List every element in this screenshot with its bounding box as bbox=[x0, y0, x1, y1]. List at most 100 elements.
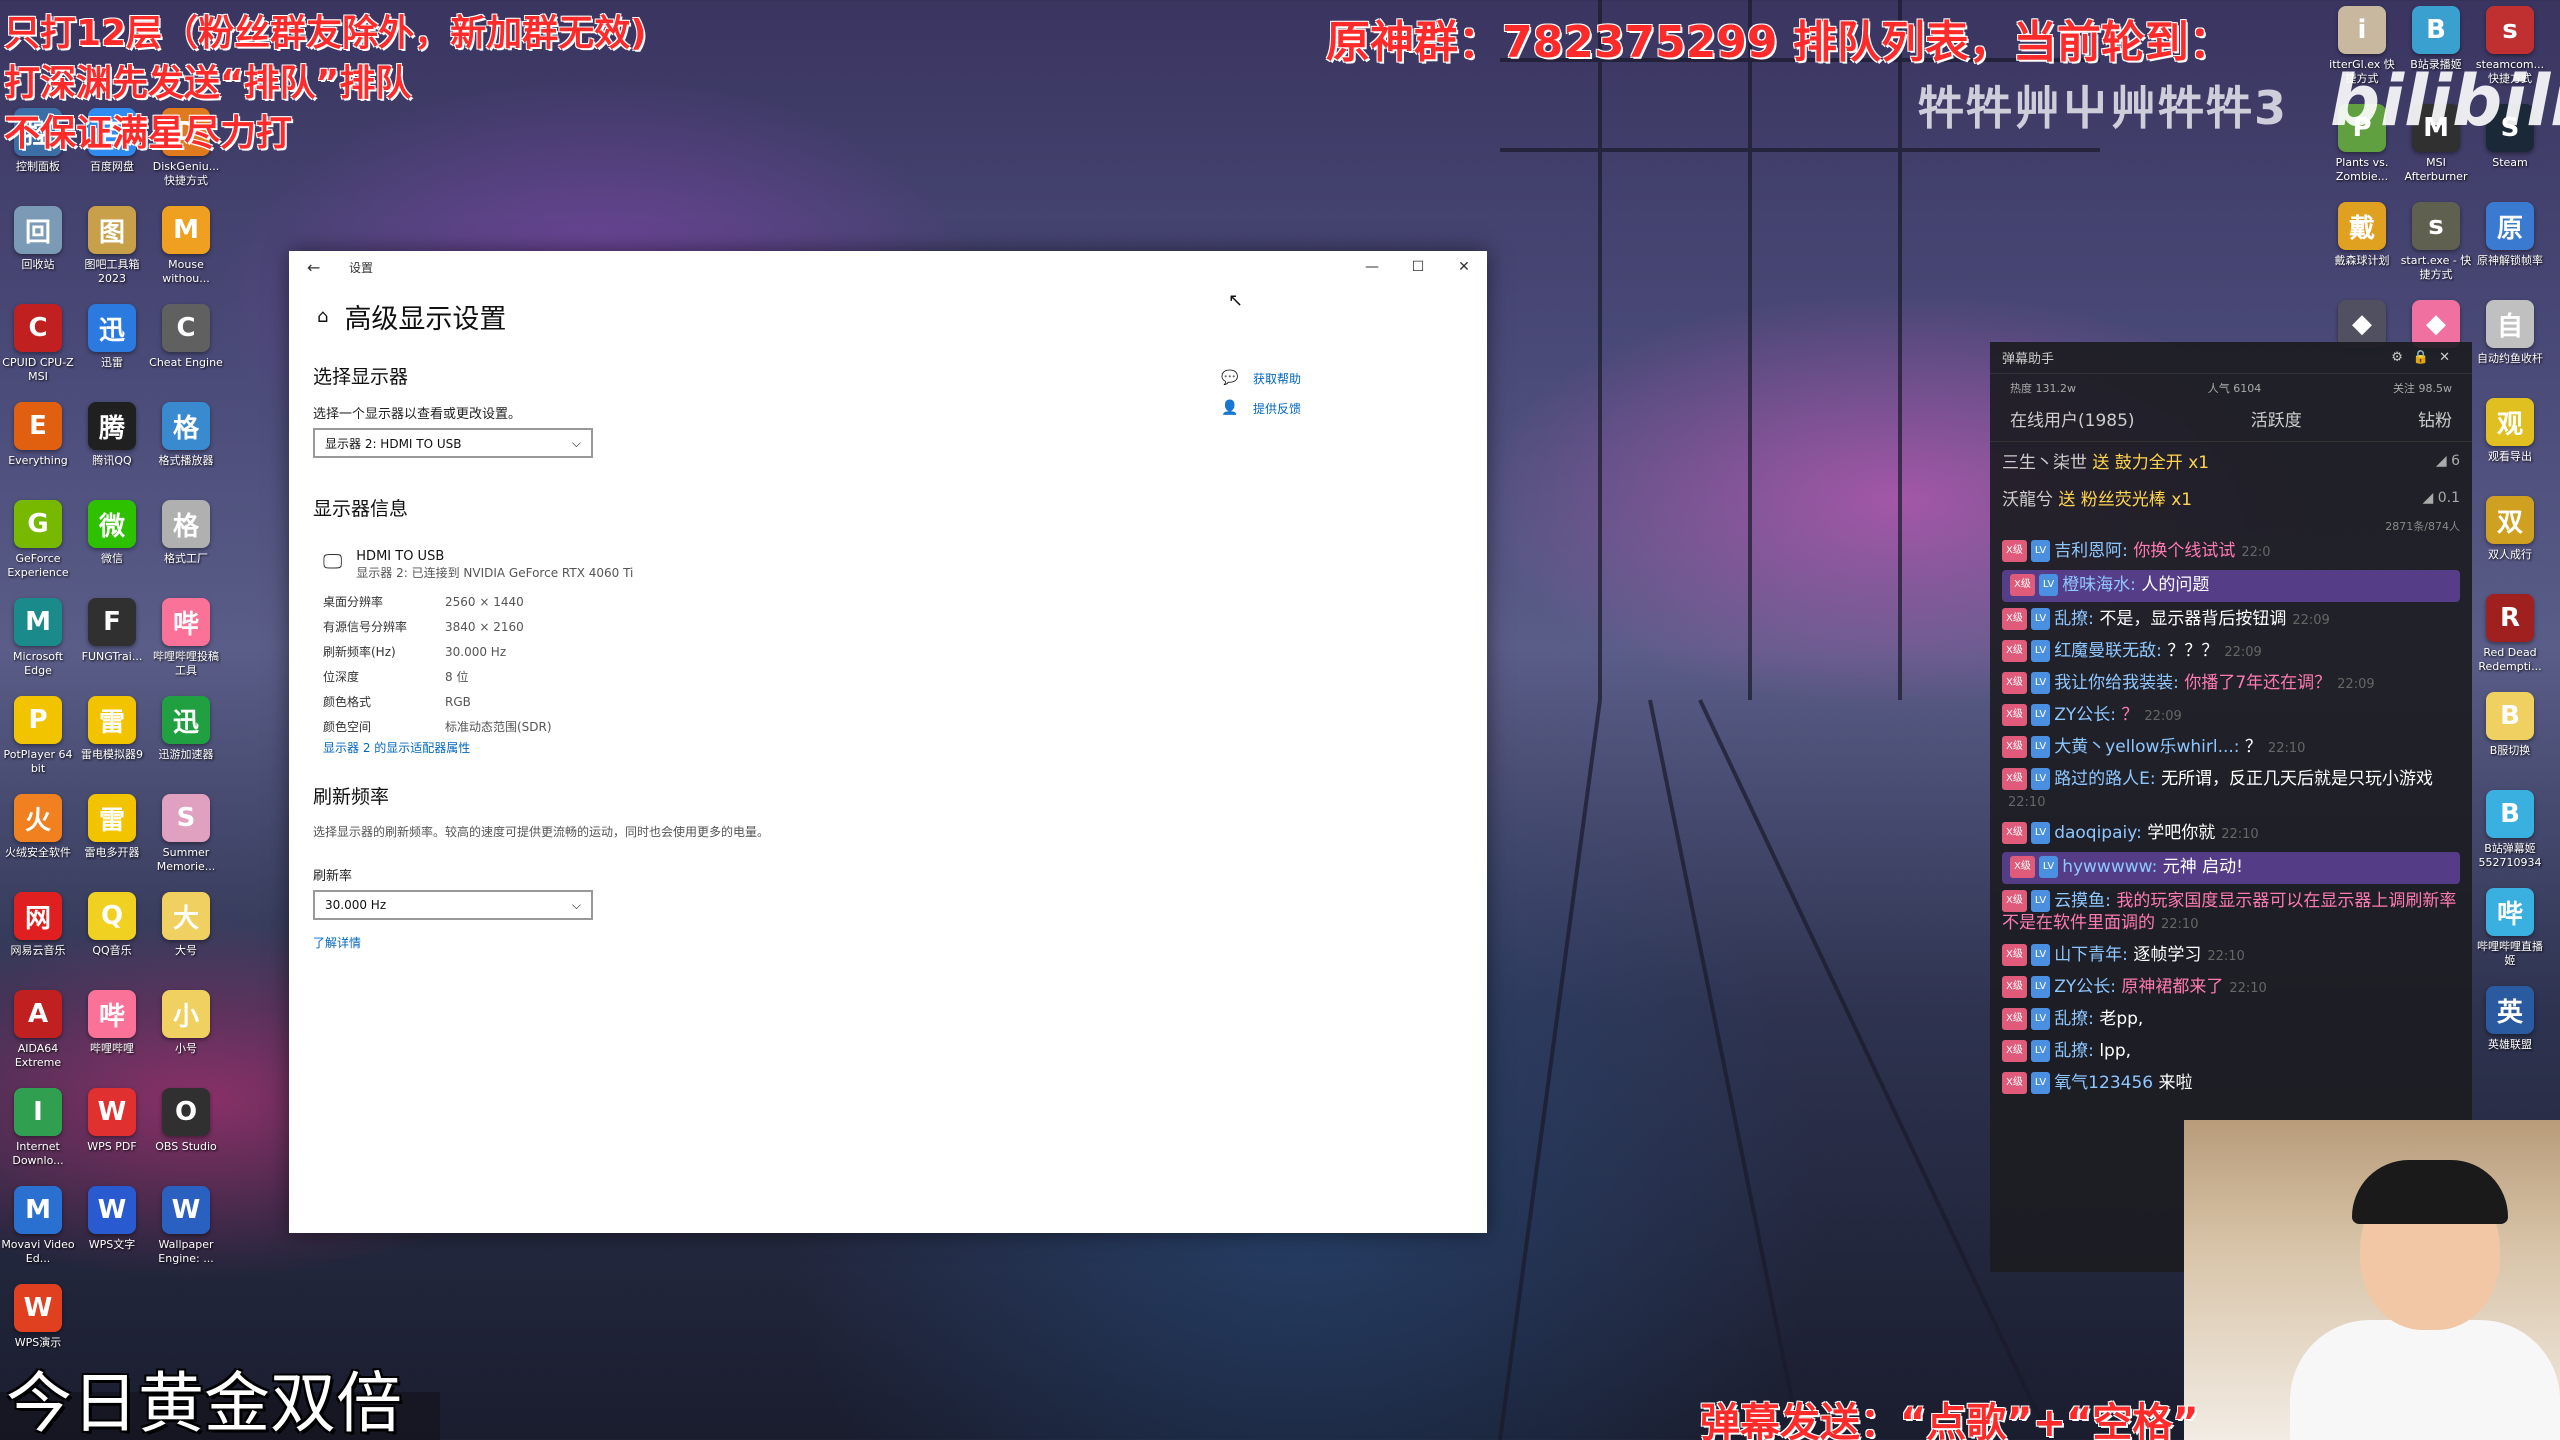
desktop-icon[interactable]: W WPS PDF bbox=[74, 1088, 150, 1168]
desktop-icon[interactable]: M Mouse withou... bbox=[148, 206, 224, 286]
desktop-icon[interactable]: 小小号 bbox=[148, 990, 224, 1070]
desktop-icon-label: 百度网盘 bbox=[90, 160, 134, 173]
learn-more-link[interactable]: 了解详情 bbox=[313, 934, 1113, 951]
desktop-icon[interactable]: C Cheat Engine bbox=[148, 304, 224, 384]
gift-user: 三生丶柒世 bbox=[2002, 453, 2087, 473]
danmaku-message: X级 LV hywwwww: 元神 启动! bbox=[2002, 852, 2460, 884]
chevron-down-icon: ⌵ bbox=[571, 435, 581, 450]
fan-badge: X级 bbox=[2002, 822, 2027, 844]
minimize-button[interactable]: — bbox=[1349, 251, 1395, 283]
desktop-icon[interactable]: 戴戴森球计划 bbox=[2324, 202, 2400, 282]
message-text: lpp, bbox=[2099, 1041, 2132, 1061]
feedback-label: 提供反馈 bbox=[1253, 401, 1302, 416]
settings-icon[interactable]: ⚙ bbox=[2391, 350, 2413, 365]
close-button[interactable]: ✕ bbox=[1441, 251, 1487, 283]
desktop-icon[interactable]: 网网易云音乐 bbox=[0, 892, 76, 972]
fan-badge: X级 bbox=[2002, 976, 2027, 998]
overlay-song-request: 弹幕发送：“点歌”+“空格” bbox=[1700, 1400, 2199, 1440]
desktop-icon[interactable]: 哔哔哩哔哩投稿工具 bbox=[148, 598, 224, 678]
folder-icon: 小 bbox=[162, 990, 210, 1038]
desktop-icon[interactable]: 观观看导出 bbox=[2472, 398, 2548, 478]
refresh-rate-select[interactable]: 30.000 Hz ⌵ bbox=[313, 890, 593, 920]
gift-cost-icon: ◢ bbox=[2435, 452, 2452, 469]
close-icon[interactable]: ✕ bbox=[2439, 350, 2460, 365]
level-badge: LV bbox=[2030, 704, 2051, 726]
maximize-button[interactable]: ☐ bbox=[1395, 251, 1441, 283]
desktop-icon[interactable]: E Everything bbox=[0, 402, 76, 482]
desktop-icon[interactable]: W Wallpaper Engine: ... bbox=[148, 1186, 224, 1266]
qq-icon: 腾 bbox=[88, 402, 136, 450]
message-text: 不是，显示器背后按钮调 bbox=[2099, 609, 2287, 629]
back-arrow-icon[interactable]: ← bbox=[307, 258, 337, 277]
desktop-icon[interactable]: 原原神解锁帧率 bbox=[2472, 202, 2548, 282]
desktop-icon[interactable]: W WPS文字 bbox=[74, 1186, 150, 1266]
message-user: 大黄丶yellow乐whirl...: bbox=[2054, 737, 2240, 757]
desktop-icon[interactable]: s start.exe - 快捷方式 bbox=[2398, 202, 2474, 282]
home-icon[interactable]: ⌂ bbox=[317, 306, 328, 327]
danmaku-stats: 热度 131.2w 人气 6104 关注 98.5w bbox=[1990, 374, 2472, 402]
desktop-icon[interactable]: B B站弹幕姬 552710934 bbox=[2472, 790, 2548, 870]
desktop-icon[interactable]: B B服切换 bbox=[2472, 692, 2548, 772]
desktop-icon[interactable]: M Movavi Video Ed... bbox=[0, 1186, 76, 1266]
tab-online-users[interactable]: 在线用户(1985) bbox=[2010, 406, 2135, 431]
desktop-icon[interactable]: I Internet Downlo... bbox=[0, 1088, 76, 1168]
fan-badge: X级 bbox=[2002, 540, 2027, 562]
desktop-icon[interactable]: M Microsoft Edge bbox=[0, 598, 76, 678]
display-select[interactable]: 显示器 2: HDMI TO USB ⌵ bbox=[313, 428, 593, 458]
message-user: 我让你给我装装: bbox=[2054, 673, 2179, 693]
message-user: ZY公长: bbox=[2054, 977, 2116, 997]
desktop-icon-label: Mouse withou... bbox=[162, 258, 210, 285]
desktop-icon[interactable]: 格格式工厂 bbox=[148, 500, 224, 580]
desktop-icon[interactable]: F FUNGTrai... bbox=[74, 598, 150, 678]
desktop-icon[interactable]: G GeForce Experience bbox=[0, 500, 76, 580]
title-bar: ← 设置 bbox=[289, 251, 1487, 283]
desktop-icon[interactable]: R Red Dead Redempti... bbox=[2472, 594, 2548, 674]
desktop-icon-label: 网易云音乐 bbox=[10, 944, 66, 957]
message-time: 22:09 bbox=[2292, 613, 2330, 628]
desktop-icon[interactable]: 雷雷电模拟器9 bbox=[74, 696, 150, 776]
anime-icon: ◆ bbox=[2338, 300, 2386, 348]
mouse-cursor-icon: ↖ bbox=[1228, 290, 1244, 311]
bilibili-logo: bilibili bbox=[2330, 60, 2560, 142]
lock-icon[interactable]: 🔒 bbox=[2413, 350, 2439, 365]
desktop-icon[interactable]: 迅迅游加速器 bbox=[148, 696, 224, 776]
message-text: ？ bbox=[2244, 737, 2262, 757]
desktop-icon[interactable]: 腾腾讯QQ bbox=[74, 402, 150, 482]
desktop-icon[interactable]: 哔哔哩哔哩 bbox=[74, 990, 150, 1070]
desktop-icon[interactable]: 微微信 bbox=[74, 500, 150, 580]
message-text: 你播了7年还在调？ bbox=[2184, 673, 2332, 693]
desktop-icon[interactable]: 大大号 bbox=[148, 892, 224, 972]
desktop-icon[interactable]: 自自动约鱼收杆 bbox=[2472, 300, 2548, 380]
message-user: 橙味海水: bbox=[2062, 575, 2136, 595]
desktop-icon[interactable]: 火火绒安全软件 bbox=[0, 794, 76, 874]
desktop-icon[interactable]: O OBS Studio bbox=[148, 1088, 224, 1168]
tab-activity[interactable]: 活跃度 bbox=[2251, 406, 2302, 431]
desktop-icon[interactable]: 哔哔哩哔哩直播姬 bbox=[2472, 888, 2548, 968]
danmaku-tabs: 在线用户(1985) 活跃度 钻粉 bbox=[1990, 402, 2472, 442]
property-key: 有源信号分辨率 bbox=[323, 620, 408, 634]
desktop-icon[interactable]: 回回收站 bbox=[0, 206, 76, 286]
it-takes-two-icon: 双 bbox=[2486, 496, 2534, 544]
danmaku-message: X级 LV 红魔曼联无敌: ？？？ 22:09 bbox=[1990, 636, 2472, 668]
desktop-icon[interactable]: 双双人成行 bbox=[2472, 496, 2548, 576]
desktop-icon[interactable]: 图图吧工具箱 2023 bbox=[74, 206, 150, 286]
desktop-icon[interactable]: C CPUID CPU-Z MSI bbox=[0, 304, 76, 384]
desktop-icon[interactable]: 英英雄联盟 bbox=[2472, 986, 2548, 1066]
desktop-icon[interactable]: S Summer Memorie... bbox=[148, 794, 224, 874]
stat-heat: 热度 131.2w bbox=[2010, 382, 2076, 395]
desktop-icon[interactable]: Q QQ音乐 bbox=[74, 892, 150, 972]
feedback-link[interactable]: 👤 提供反馈 bbox=[1221, 393, 1301, 423]
obs-icon: O bbox=[162, 1088, 210, 1136]
desktop-icon[interactable]: 迅迅雷 bbox=[74, 304, 150, 384]
desktop-icon-label: 控制面板 bbox=[16, 160, 60, 173]
adapter-properties-link[interactable]: 显示器 2 的显示适配器属性 bbox=[313, 739, 1113, 756]
tab-diamond-fans[interactable]: 钻粉 bbox=[2418, 406, 2452, 431]
desktop-icon[interactable]: P PotPlayer 64 bit bbox=[0, 696, 76, 776]
desktop-icon[interactable]: A AIDA64 Extreme bbox=[0, 990, 76, 1070]
message-text: 无所谓，反正几天后就是只玩小游戏 bbox=[2161, 769, 2434, 789]
desktop-icon[interactable]: 雷雷电多开器 bbox=[74, 794, 150, 874]
get-help-link[interactable]: 💬 获取帮助 bbox=[1221, 363, 1301, 393]
desktop-icon[interactable]: 格格式播放器 bbox=[148, 402, 224, 482]
desktop-icon-label: CPUID CPU-Z MSI bbox=[2, 356, 74, 383]
desktop-icon-label: 原神解锁帧率 bbox=[2477, 254, 2543, 267]
